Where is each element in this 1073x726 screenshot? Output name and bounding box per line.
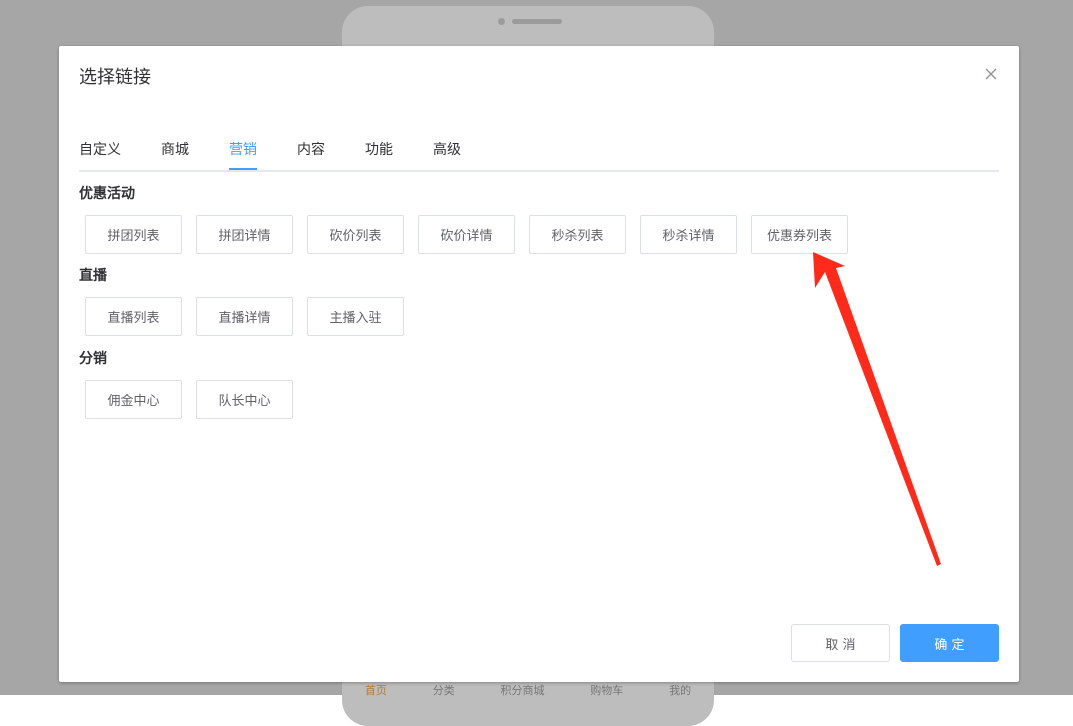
- link-flash-sale-list[interactable]: 秒杀列表: [529, 215, 626, 254]
- phone-tab-cart: 购物车: [590, 684, 624, 697]
- section-label-promotions: 优惠活动: [79, 186, 135, 202]
- tab-custom[interactable]: 自定义: [79, 134, 121, 168]
- confirm-button[interactable]: 确 定: [900, 624, 999, 662]
- link-coupon-list[interactable]: 优惠券列表: [751, 215, 848, 254]
- link-flash-sale-detail[interactable]: 秒杀详情: [640, 215, 737, 254]
- tab-marketing[interactable]: 营销: [229, 134, 257, 168]
- phone-tabbar: 首页 分类 积分商城 购物车 我的: [342, 682, 714, 697]
- dialog-title: 选择链接: [79, 67, 151, 88]
- tab-content[interactable]: 内容: [297, 134, 325, 168]
- link-commission-center[interactable]: 佣金中心: [85, 380, 182, 419]
- section-label-live: 直播: [79, 268, 107, 284]
- tab-advanced[interactable]: 高级: [433, 134, 461, 168]
- active-tab-indicator: [229, 168, 257, 170]
- phone-tab-points-mall: 积分商城: [500, 684, 545, 697]
- phone-tab-home: 首页: [364, 684, 387, 697]
- link-live-detail[interactable]: 直播详情: [196, 297, 293, 336]
- cancel-button[interactable]: 取 消: [791, 624, 890, 662]
- phone-camera: [498, 18, 505, 25]
- link-bargain-detail[interactable]: 砍价详情: [418, 215, 515, 254]
- phone-speaker: [512, 19, 562, 24]
- tab-mall[interactable]: 商城: [161, 134, 189, 168]
- select-link-dialog: 选择链接 自定义 商城 营销 内容 功能 高级 优惠活动 拼团列表 拼团详情 砍…: [59, 46, 1019, 682]
- phone-tab-mine: 我的: [669, 684, 692, 697]
- link-captain-center[interactable]: 队长中心: [196, 380, 293, 419]
- link-group-buy-detail[interactable]: 拼团详情: [196, 215, 293, 254]
- link-category-tabs: 自定义 商城 营销 内容 功能 高级: [79, 134, 999, 172]
- phone-tab-category: 分类: [432, 684, 455, 697]
- link-live-list[interactable]: 直播列表: [85, 297, 182, 336]
- section-label-distribution: 分销: [79, 351, 107, 367]
- tab-functions[interactable]: 功能: [365, 134, 393, 168]
- close-icon[interactable]: [983, 66, 999, 82]
- link-group-buy-list[interactable]: 拼团列表: [85, 215, 182, 254]
- link-anchor-join[interactable]: 主播入驻: [307, 297, 404, 336]
- link-bargain-list[interactable]: 砍价列表: [307, 215, 404, 254]
